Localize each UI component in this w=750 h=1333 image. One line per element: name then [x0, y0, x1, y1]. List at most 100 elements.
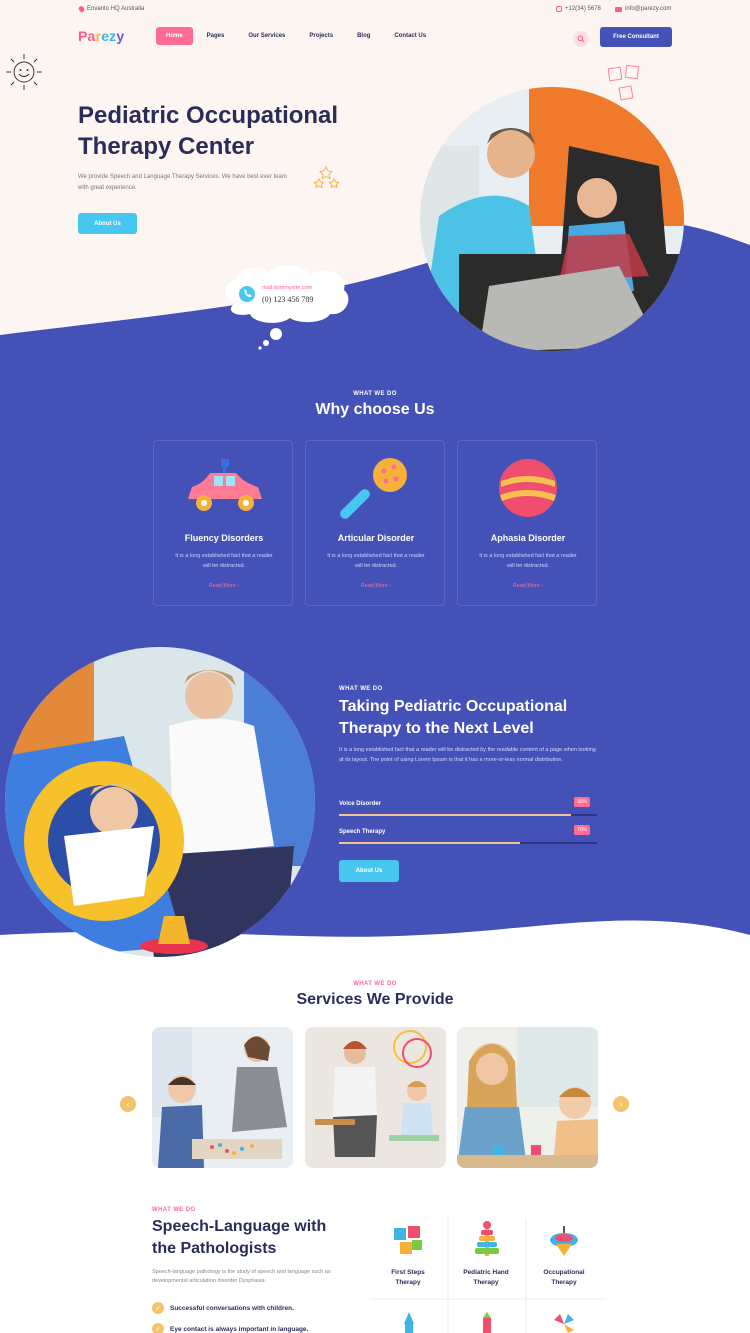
- phone-text: +12(34) 5678: [565, 6, 601, 12]
- speech-title: Speech-Language with the Pathologists: [152, 1216, 382, 1260]
- stars-icon: [313, 166, 340, 189]
- skill-label: Speech Therapy: [339, 829, 386, 835]
- service-photo-2[interactable]: [305, 1027, 446, 1168]
- service-card-aphasia[interactable]: Aphasia Disorder It is a long establishe…: [457, 440, 597, 606]
- read-more-link[interactable]: Read More ›: [458, 583, 598, 589]
- email-item[interactable]: info@parezy.com: [615, 6, 671, 12]
- hero-photo: [420, 87, 684, 351]
- service-photo-1[interactable]: [152, 1027, 293, 1168]
- chevron-left-icon: ‹: [126, 1099, 130, 1109]
- chevron-right-icon: ›: [237, 583, 240, 589]
- bubble-phone[interactable]: (0) 123 456 789: [262, 295, 313, 304]
- nav-pages[interactable]: Pages: [197, 27, 235, 45]
- check-item: ✓ Eye contact is always important in lan…: [152, 1323, 308, 1333]
- ball-icon: [499, 459, 557, 517]
- level-title-line2: Therapy to the Next Level: [339, 720, 534, 737]
- rattle-icon: [340, 458, 407, 519]
- skill-badge: 90%: [574, 797, 591, 807]
- check-icon: ✓: [152, 1302, 164, 1314]
- mail-icon: [615, 6, 622, 12]
- location-pin-icon: [77, 5, 86, 13]
- top-bar: Envanto HQ Australia +12(34) 5678 info@p…: [0, 0, 750, 20]
- nav-home[interactable]: Home: [156, 27, 193, 45]
- card-text: It is a long established fact that a rea…: [327, 553, 425, 569]
- search-button[interactable]: [573, 31, 589, 47]
- carousel-prev-button[interactable]: ‹: [120, 1096, 136, 1112]
- address-text: Envanto HQ Australia: [87, 6, 145, 12]
- hero-about-button[interactable]: About Us: [78, 213, 137, 234]
- speech-eyebrow: WHAT WE DO: [152, 1207, 196, 1213]
- services-eyebrow: WHAT WE DO: [353, 981, 397, 987]
- card-text: It is a long established fact that a rea…: [479, 553, 577, 569]
- why-title: Why choose Us: [315, 401, 435, 418]
- skill-label: Voice Disorder: [339, 801, 381, 807]
- speech-title-line1: Speech-Language with: [152, 1218, 327, 1235]
- toy-car-icon: [188, 459, 262, 511]
- phone-item[interactable]: +12(34) 5678: [556, 6, 601, 12]
- spinning-top-icon: [550, 1226, 578, 1256]
- phone-icon: [556, 6, 562, 12]
- level-title: Taking Pediatric Occupational Therapy to…: [339, 696, 609, 740]
- read-more-link[interactable]: Read More ›: [306, 583, 446, 589]
- check-text: Successful conversations with children.: [170, 1304, 294, 1312]
- check-text: Eye contact is always important in langu…: [170, 1325, 309, 1333]
- level-about-button[interactable]: About Us: [339, 860, 399, 882]
- services-title: Services We Provide: [296, 991, 454, 1008]
- read-more-link[interactable]: Read More ›: [154, 583, 294, 589]
- hero-text: We provide Speech and Language Therapy S…: [78, 174, 287, 191]
- read-more-label: Read More: [360, 583, 388, 589]
- nav-blog[interactable]: Blog: [347, 27, 380, 45]
- main-nav: Home Pages Our Services Projects Blog Co…: [156, 27, 436, 45]
- free-consultant-button[interactable]: Free Consultant: [600, 27, 672, 47]
- sun-doodle-icon: [6, 54, 42, 90]
- therapy-item-occupational[interactable]: Occupational Therapy: [526, 1268, 602, 1288]
- therapy-item-pediatric-hand[interactable]: Pediatric Hand Therapy: [448, 1268, 524, 1288]
- logo[interactable]: Parezy: [78, 28, 124, 44]
- skill-progress-bar: [339, 842, 597, 844]
- skill-progress-bar: [339, 814, 597, 816]
- contact-cloud-bubble: [225, 265, 349, 350]
- search-icon: [577, 35, 585, 43]
- chevron-right-icon: ›: [541, 583, 544, 589]
- chevron-right-icon: ›: [619, 1099, 623, 1109]
- stacking-rings-icon: [475, 1221, 499, 1256]
- level-title-line1: Taking Pediatric Occupational: [339, 698, 568, 715]
- therapy-item-first-steps[interactable]: First Steps Therapy: [370, 1268, 446, 1288]
- bubble-email[interactable]: mail.dummysite.com: [262, 285, 312, 291]
- card-text: It is a long established fact that a rea…: [175, 553, 273, 569]
- nav-our-services[interactable]: Our Services: [238, 27, 295, 45]
- logo-part: Pa: [78, 28, 96, 44]
- rocket-toy-icon: [404, 1312, 414, 1333]
- therapy-label-line1: First Steps: [391, 1269, 425, 1276]
- read-more-label: Read More: [512, 583, 540, 589]
- speech-title-line2: the Pathologists: [152, 1240, 277, 1257]
- nav-projects[interactable]: Projects: [299, 27, 343, 45]
- why-eyebrow: WHAT WE DO: [353, 391, 397, 397]
- therapy-label-line1: Occupational: [543, 1269, 585, 1276]
- therapy-photo: [5, 647, 315, 957]
- carousel-next-button[interactable]: ›: [613, 1096, 629, 1112]
- hero-title-line1: Pediatric Occupational: [78, 102, 339, 129]
- crayon-icon: [483, 1312, 491, 1333]
- service-card-articular[interactable]: Articular Disorder It is a long establis…: [305, 440, 445, 606]
- skill-progress-fill: [339, 814, 572, 816]
- check-icon: ✓: [152, 1323, 164, 1333]
- hero-title: Pediatric Occupational Therapy Center: [78, 100, 378, 162]
- therapy-label-line2: Therapy: [551, 1279, 577, 1286]
- therapy-label-line1: Pediatric Hand: [463, 1269, 509, 1276]
- service-card-fluency[interactable]: Fluency Disorders It is a long establish…: [153, 440, 293, 606]
- level-eyebrow: WHAT WE DO: [339, 686, 383, 692]
- email-text: info@parezy.com: [625, 6, 672, 12]
- address-item: Envanto HQ Australia: [77, 5, 145, 13]
- card-title: Articular Disorder: [337, 533, 415, 543]
- check-item: ✓ Successful conversations with children…: [152, 1302, 294, 1314]
- nav-contact-us[interactable]: Contact Us: [384, 27, 436, 45]
- pinwheel-icon: [554, 1314, 574, 1333]
- read-more-label: Read More: [208, 583, 236, 589]
- card-title: Aphasia Disorder: [490, 533, 566, 543]
- skill-progress-fill: [339, 842, 520, 844]
- chevron-right-icon: ›: [389, 583, 392, 589]
- puzzle-blocks-icon: [394, 1226, 422, 1254]
- service-photo-3[interactable]: [457, 1027, 598, 1168]
- level-text: It is a long established fact that a rea…: [339, 747, 596, 763]
